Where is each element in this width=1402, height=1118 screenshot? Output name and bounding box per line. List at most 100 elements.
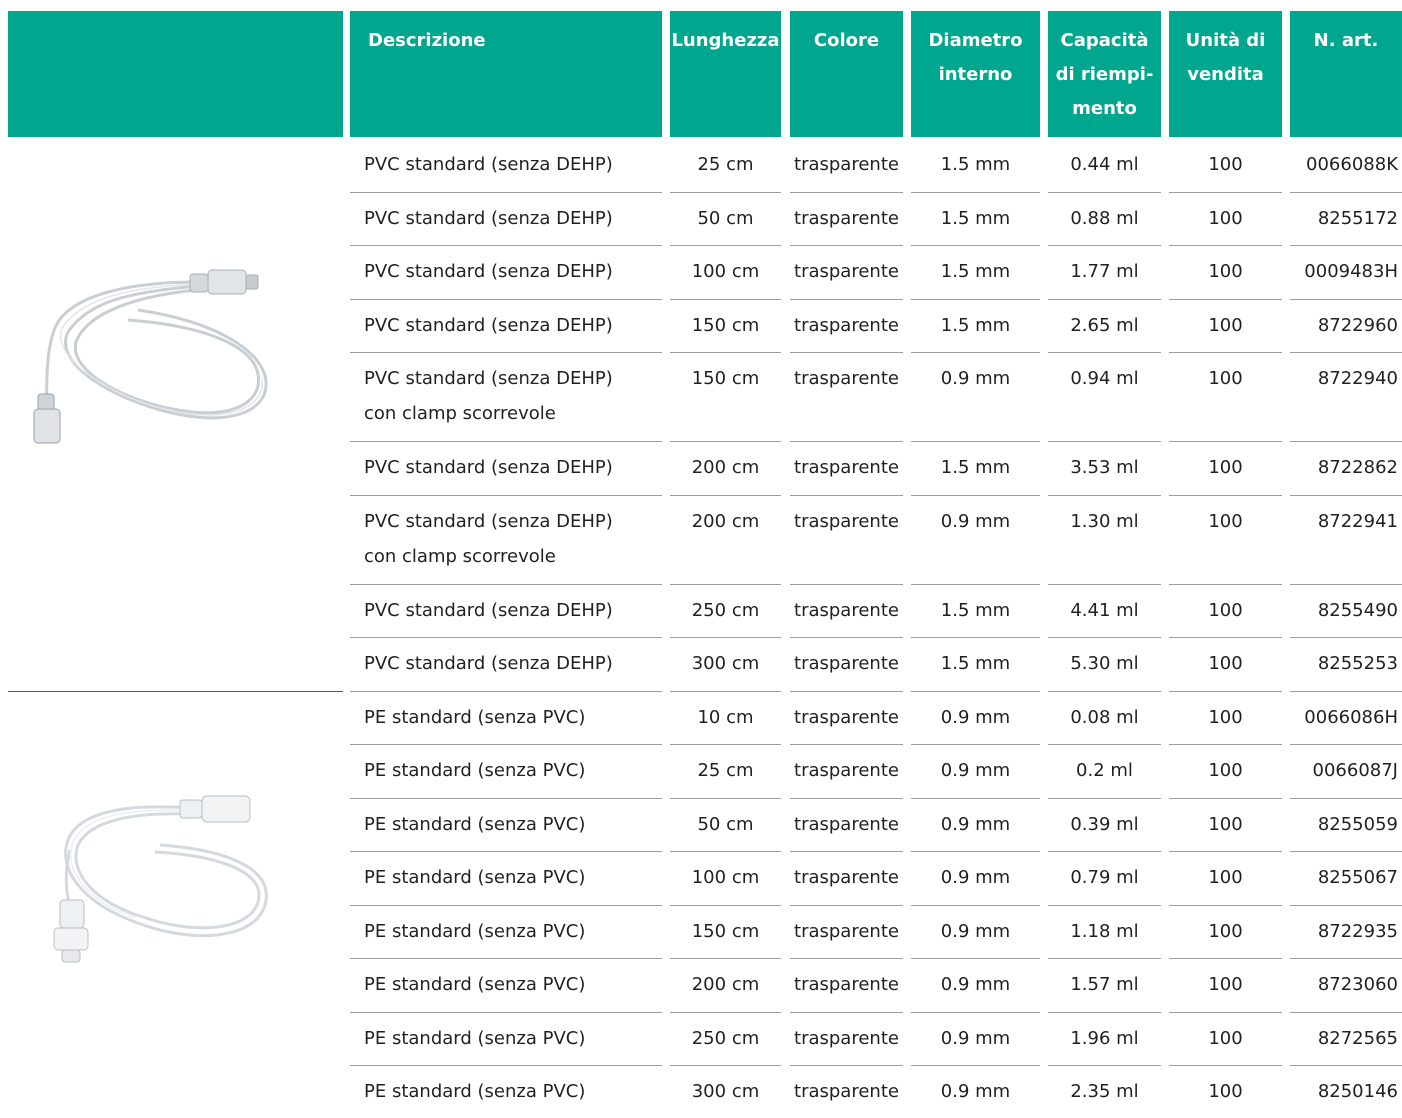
cell-lunghezza: 50 cm bbox=[697, 207, 754, 229]
cell-colore: trasparente bbox=[794, 261, 899, 282]
cell-lunghezza: 300 cm bbox=[691, 653, 760, 674]
row-rule bbox=[1169, 299, 1282, 300]
cell-capacita: 1.96 ml bbox=[1070, 1027, 1139, 1049]
tubing-pvc-icon bbox=[33, 269, 268, 444]
row-rule bbox=[670, 637, 781, 638]
row-rule bbox=[1048, 495, 1161, 496]
cell-unita: 100 bbox=[1208, 599, 1243, 621]
row-rule bbox=[1290, 798, 1402, 799]
cell-diametro: 0.9 mm bbox=[940, 974, 1011, 995]
cell-descrizione: PE standard (senza PVC) bbox=[364, 867, 586, 888]
row-rule bbox=[790, 851, 903, 852]
cell-colore: trasparente bbox=[794, 1081, 899, 1102]
row-rule bbox=[1169, 584, 1282, 585]
cell-descrizione: PVC standard (senza DEHP) bbox=[364, 368, 613, 389]
row-rule bbox=[350, 584, 662, 585]
cell-lunghezza: 150 cm bbox=[691, 314, 760, 336]
row-rule bbox=[1290, 495, 1402, 496]
row-rule bbox=[1048, 851, 1161, 852]
cell-colore: trasparente bbox=[794, 920, 899, 942]
row-rule bbox=[1169, 691, 1282, 692]
cell-unita: 100 bbox=[1208, 368, 1243, 389]
row-rule bbox=[670, 441, 781, 442]
row-rule bbox=[1169, 1065, 1282, 1066]
row-rule bbox=[1048, 245, 1161, 246]
row-rule bbox=[350, 352, 662, 353]
header-diametro: Diametro interno bbox=[928, 30, 1023, 85]
cell-unita: 100 bbox=[1208, 760, 1243, 781]
row-rule bbox=[790, 192, 903, 193]
cell-capacita: 1.77 ml bbox=[1070, 261, 1139, 282]
row-rule bbox=[670, 1065, 781, 1066]
row-rule bbox=[1290, 744, 1402, 745]
cell-unita: 100 bbox=[1208, 706, 1243, 728]
cell-articolo: 8255067 bbox=[1317, 867, 1398, 888]
row-rule bbox=[1290, 352, 1402, 353]
row-rule bbox=[1290, 299, 1402, 300]
row-rule bbox=[670, 1012, 781, 1013]
cell-colore: trasparente bbox=[794, 760, 899, 781]
cell-articolo: 8250146 bbox=[1317, 1081, 1398, 1102]
cell-capacita: 1.18 ml bbox=[1070, 920, 1139, 942]
cell-lunghezza: 200 cm bbox=[691, 457, 760, 478]
cell-unita: 100 bbox=[1208, 1027, 1243, 1049]
row-rule bbox=[1290, 905, 1402, 906]
cell-capacita: 0.2 ml bbox=[1076, 760, 1133, 781]
row-rule bbox=[911, 798, 1040, 799]
row-rule bbox=[1290, 1065, 1402, 1066]
cell-capacita: 0.39 ml bbox=[1070, 813, 1139, 835]
row-rule bbox=[350, 1065, 662, 1066]
row-rule bbox=[350, 441, 662, 442]
cell-lunghezza: 100 cm bbox=[691, 261, 760, 282]
cell-capacita: 2.65 ml bbox=[1070, 314, 1139, 336]
cell-colore: trasparente bbox=[794, 867, 899, 888]
cell-diametro: 1.5 mm bbox=[940, 599, 1011, 621]
tubing-pe-icon bbox=[53, 795, 268, 963]
cell-colore: trasparente bbox=[794, 599, 899, 621]
cell-descrizione-line2: con clamp scorrevole bbox=[364, 545, 556, 567]
row-rule bbox=[790, 691, 903, 692]
cell-capacita: 0.44 ml bbox=[1070, 154, 1139, 175]
cell-articolo: 8723060 bbox=[1317, 974, 1398, 995]
cell-diametro: 0.9 mm bbox=[940, 760, 1011, 781]
row-rule bbox=[911, 1065, 1040, 1066]
cell-colore: trasparente bbox=[794, 813, 899, 835]
row-rule bbox=[911, 584, 1040, 585]
row-rule bbox=[790, 905, 903, 906]
row-rule bbox=[911, 299, 1040, 300]
cell-capacita: 5.30 ml bbox=[1070, 653, 1139, 674]
cell-descrizione: PVC standard (senza DEHP) bbox=[364, 457, 613, 478]
header-descrizione: Descrizione bbox=[368, 30, 486, 51]
row-rule bbox=[911, 192, 1040, 193]
cell-diametro: 0.9 mm bbox=[940, 368, 1011, 389]
row-rule bbox=[350, 798, 662, 799]
header-lunghezza: Lunghezza bbox=[671, 30, 780, 51]
row-rule bbox=[1048, 691, 1161, 692]
row-rule bbox=[1048, 1065, 1161, 1066]
row-rule bbox=[1169, 851, 1282, 852]
cell-descrizione: PVC standard (senza DEHP) bbox=[364, 314, 613, 336]
cell-lunghezza: 25 cm bbox=[697, 154, 754, 175]
cell-unita: 100 bbox=[1208, 1081, 1243, 1102]
cell-colore: trasparente bbox=[794, 314, 899, 336]
cell-capacita: 2.35 ml bbox=[1070, 1081, 1139, 1102]
row-rule bbox=[790, 798, 903, 799]
header-colore: Colore bbox=[813, 30, 880, 51]
cell-diametro: 0.9 mm bbox=[940, 920, 1011, 942]
cell-diametro: 1.5 mm bbox=[940, 653, 1011, 674]
row-rule bbox=[1169, 441, 1282, 442]
cell-diametro: 1.5 mm bbox=[940, 154, 1011, 175]
row-rule bbox=[350, 495, 662, 496]
cell-diametro: 0.9 mm bbox=[940, 1081, 1011, 1102]
cell-articolo: 8255172 bbox=[1317, 207, 1398, 229]
cell-unita: 100 bbox=[1208, 154, 1243, 175]
cell-lunghezza: 25 cm bbox=[697, 760, 754, 781]
cell-descrizione: PE standard (senza PVC) bbox=[364, 974, 586, 995]
cell-articolo: 8722941 bbox=[1317, 510, 1398, 532]
row-rule bbox=[670, 798, 781, 799]
row-rule bbox=[911, 691, 1040, 692]
row-rule bbox=[1290, 245, 1402, 246]
cell-lunghezza: 10 cm bbox=[697, 706, 754, 728]
header-capacita: Capacità di riempi- mento bbox=[1055, 30, 1154, 119]
row-rule bbox=[1048, 905, 1161, 906]
